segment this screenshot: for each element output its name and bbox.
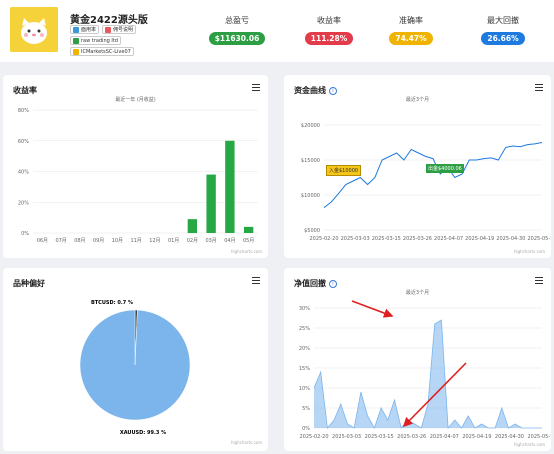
x-tick-label: 12月 xyxy=(149,238,160,244)
x-tick-label: 05月 xyxy=(243,238,254,244)
stat-value: $11630.06 xyxy=(208,32,266,45)
x-tick-label: 03月 xyxy=(205,238,216,244)
y-tick-label: 0% xyxy=(21,231,29,237)
x-tick-label: 04月 xyxy=(224,238,235,244)
x-tick-label: 2025-03-26 xyxy=(403,236,432,242)
x-tick-label: 2025-03-03 xyxy=(341,236,370,242)
account-header: 黄金2422源头版 面用率 佣号说明 raw trading ltd ICMar… xyxy=(0,0,554,62)
x-tick-label: 2025-02-20 xyxy=(309,236,338,242)
chart-credit: highcharts.com xyxy=(230,249,262,254)
tag-usage-rate[interactable]: 面用率 xyxy=(70,25,100,34)
drawdown-card: 净值回撤 i 最近3个月 0% 5% 10% 15% 20% 25% 30% 2025-02-2… xyxy=(284,268,551,451)
slice-label: BTCUSD: 0.7 % xyxy=(91,300,133,306)
symbols-pie-chart: BTCUSD: 0.7 % XAUUSD: 99.3 % xyxy=(79,300,191,436)
y-tick-label: $15000 xyxy=(301,158,320,164)
withdraw-flag: 出金$4000.06 xyxy=(426,164,464,173)
deposit-flag: 入金$10000 xyxy=(326,165,362,176)
y-tick-label: 80% xyxy=(18,108,29,114)
broker-icon xyxy=(73,37,79,44)
stat-value: 74.47% xyxy=(389,32,433,45)
x-tick-label: 01月 xyxy=(168,238,179,244)
stat-total-pnl: 总盈亏 $11630.06 xyxy=(206,15,268,45)
slice-label: XAUUSD: 99.3 % xyxy=(120,430,166,436)
y-tick-label: $10000 xyxy=(301,193,320,199)
bar xyxy=(225,140,235,233)
x-tick-label: 08月 xyxy=(74,238,85,244)
y-tick-label: 40% xyxy=(18,170,29,176)
account-tags: 面用率 佣号说明 raw trading ltd ICMarketsSC-Liv… xyxy=(70,25,170,56)
tag-server[interactable]: ICMarketsSC-Live07 xyxy=(70,47,134,56)
stat-value: 26.66% xyxy=(481,32,525,45)
x-tick-label: 2025-03-15 xyxy=(372,236,401,242)
chart-credit: highcharts.com xyxy=(513,249,545,254)
chart-credit: highcharts.com xyxy=(230,440,262,445)
y-tick-label: $5000 xyxy=(304,228,320,234)
bar xyxy=(187,219,198,233)
account-title: 黄金2422源头版 xyxy=(70,15,148,26)
x-tick-label: 2025-04-07 xyxy=(434,236,463,242)
arrow-peak-annotation xyxy=(351,300,394,318)
stat-max-drawdown: 最大回撤 26.66% xyxy=(476,15,530,45)
red-arrow-annotations xyxy=(351,300,467,428)
returns-bar-chart: 0% 20% 40% 60% 80% 06月 07月 08月 09月 10月 11月 12月 01月 02… xyxy=(18,108,258,244)
pie-slice xyxy=(79,309,191,421)
stat-return-rate: 收益率 111.28% xyxy=(304,15,354,45)
x-tick-label: 2025-04-30 xyxy=(496,236,525,242)
info-icon xyxy=(105,26,112,33)
cat-avatar-icon xyxy=(10,7,58,52)
x-tick-label: 11月 xyxy=(130,238,141,244)
x-tick-label: 06月 xyxy=(37,238,48,244)
chart-credit: highcharts.com xyxy=(513,442,545,447)
x-tick-label: 02月 xyxy=(187,238,198,244)
chart-icon xyxy=(73,26,79,33)
equity-card: 资金曲线 i 最近3个月 $5000 $10000 $15000 $20000 2025-… xyxy=(284,75,551,258)
arrow-low-annotation xyxy=(402,362,467,428)
y-tick-label: $20000 xyxy=(301,123,320,129)
x-tick-label: 2025-05-12 xyxy=(527,236,551,242)
tag-broker[interactable]: raw trading ltd xyxy=(70,36,121,45)
x-tick-label: 2025-04-19 xyxy=(465,236,494,242)
avatar[interactable] xyxy=(10,7,58,52)
y-tick-label: 60% xyxy=(18,139,29,145)
symbols-card: 品种偏好 BTCUSD: 0.7 % XAUUSD: 99.3 % highcha… xyxy=(3,268,268,451)
equity-line-chart: $5000$10000$15000$200002025-02-20 2025-03… xyxy=(301,123,551,242)
x-tick-label: 10月 xyxy=(112,238,123,244)
stat-accuracy: 准确率 74.47% xyxy=(388,15,434,45)
x-tick-label: 09月 xyxy=(93,238,104,244)
server-icon xyxy=(73,48,79,55)
tag-account-info[interactable]: 佣号说明 xyxy=(102,25,137,34)
y-tick-label: 20% xyxy=(18,200,29,206)
stat-value: 111.28% xyxy=(304,32,354,45)
bar xyxy=(206,174,216,233)
returns-card: 收益率 最近一年 (月收益) 0% 20% 40% 60% 80% 06月 07月 08月 09… xyxy=(3,75,268,258)
x-tick-label: 07月 xyxy=(55,238,66,244)
bar xyxy=(243,226,254,233)
